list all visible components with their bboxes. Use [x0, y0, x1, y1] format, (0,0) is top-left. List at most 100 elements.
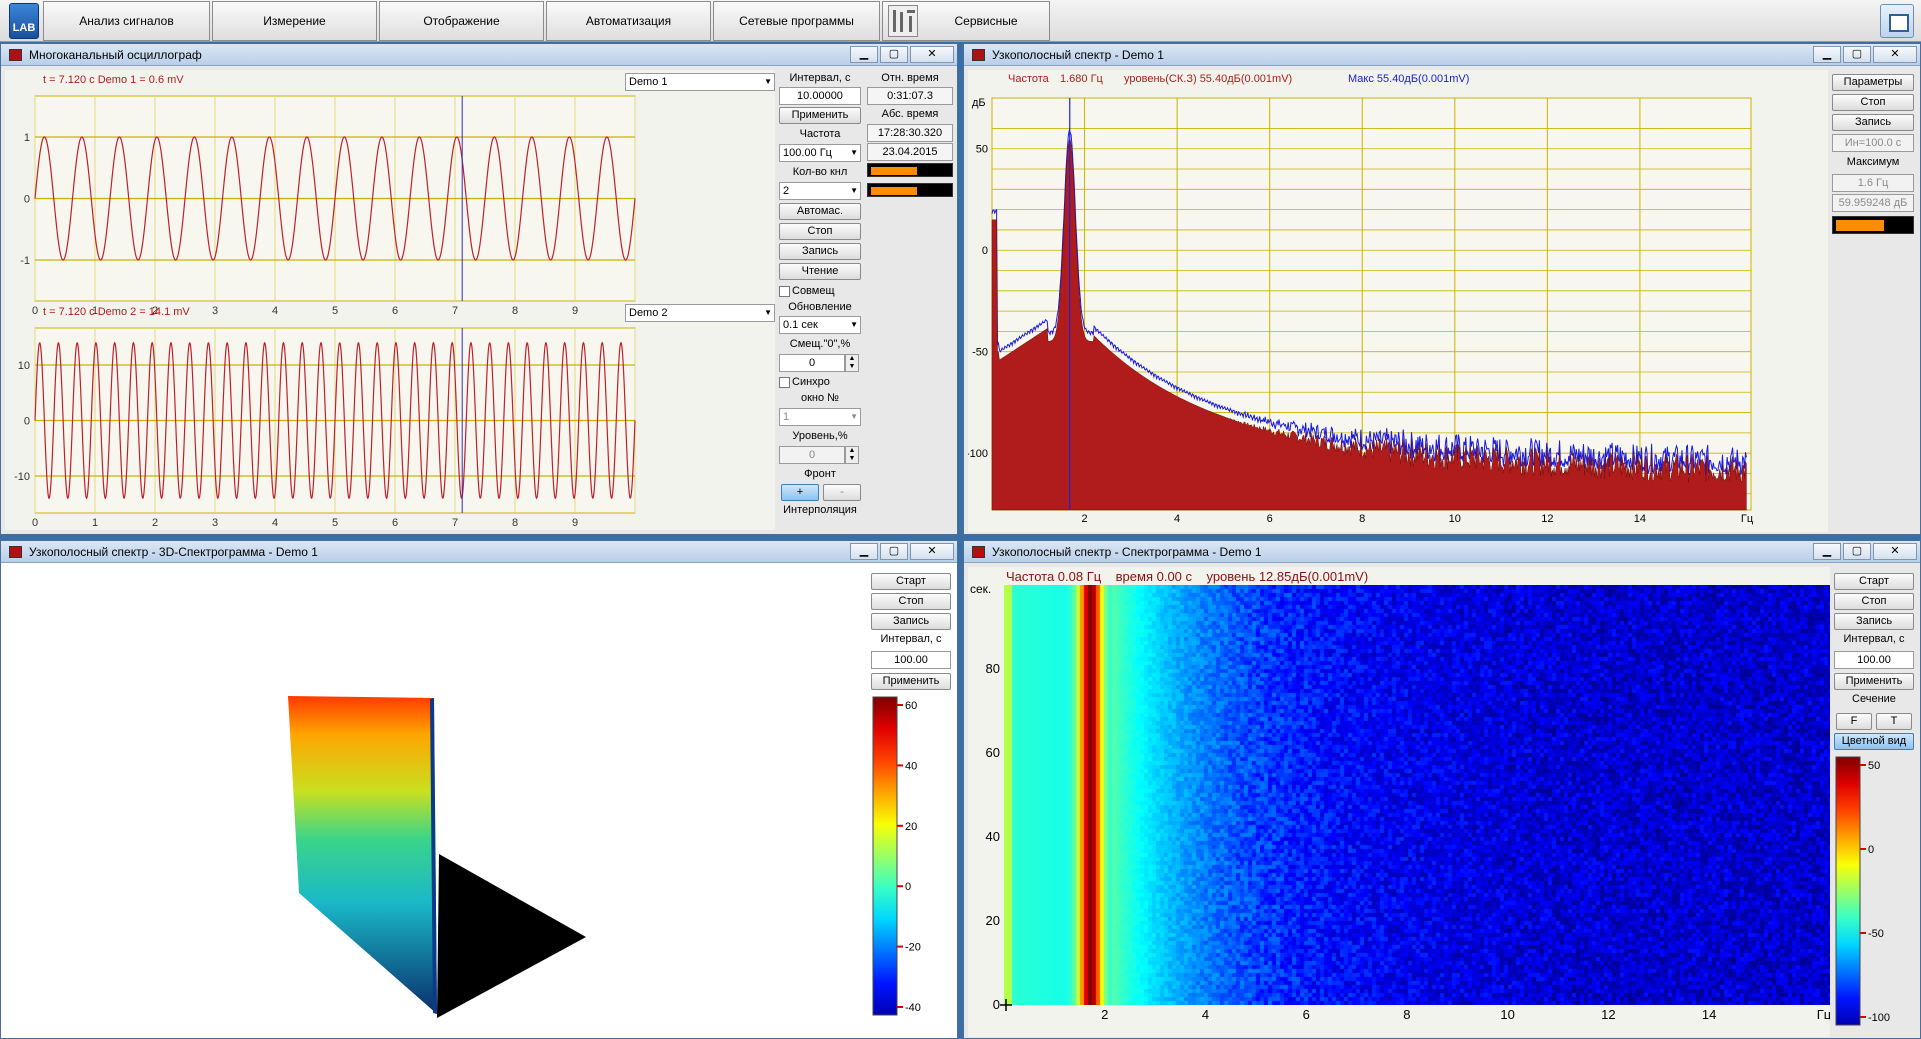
params-label: Параметры: [1843, 76, 1903, 88]
max-freq-field: 1.6 Гц: [1832, 174, 1914, 192]
avg-time-field[interactable]: Ин=100.0 с: [1832, 134, 1914, 152]
max-db-value: 59.959248 дБ: [1838, 197, 1908, 209]
frequency-select[interactable]: 100.00 Гц: [779, 144, 861, 162]
interval-input[interactable]: 10.00000: [779, 87, 861, 105]
level-indicator-1: [867, 163, 953, 177]
ch2-channel-select[interactable]: Demo 2: [625, 304, 775, 322]
y-tick-label: 0: [24, 416, 30, 428]
interval-input[interactable]: 100.00: [871, 651, 951, 669]
color-view-button[interactable]: Цветной вид: [1834, 733, 1914, 750]
stop-button[interactable]: Стоп: [1832, 94, 1914, 111]
offset-input[interactable]: 0: [779, 354, 845, 372]
scale-label: 20: [905, 821, 917, 833]
start-button[interactable]: Старт: [1834, 573, 1914, 590]
x-tick-label: 0: [32, 305, 38, 317]
y-tick-label: 1: [24, 132, 30, 144]
minimize-button[interactable]: ▁: [850, 543, 878, 560]
sync-label: Синхро: [792, 376, 830, 388]
channels-label: Кол-во кнл: [792, 166, 848, 178]
stop-button[interactable]: Стоп: [871, 593, 951, 610]
interval-input[interactable]: 100.00: [1834, 651, 1914, 669]
apply-button[interactable]: Применить: [871, 673, 951, 690]
menu-signal-analysis[interactable]: Анализ сигналов: [43, 1, 210, 41]
apply-label: Применить: [1845, 675, 1903, 687]
scale-label: 50: [1868, 760, 1880, 772]
ch2-select-value: Demo 2: [629, 307, 668, 319]
section-f-button[interactable]: F: [1836, 713, 1872, 730]
x-tick-label: 8: [512, 517, 518, 529]
close-button[interactable]: ✕: [910, 46, 954, 63]
offset-value: 0: [808, 357, 816, 369]
record-button[interactable]: Запись: [779, 243, 861, 260]
menu-network[interactable]: Сетевые программы: [713, 1, 880, 41]
ch2-waveform-plot: 10 0 -10 0 1 2 3 4 5 6 7 8 9: [14, 327, 636, 529]
x-tick-label: 10: [1449, 513, 1461, 525]
record-button[interactable]: Запись: [1832, 114, 1914, 131]
maximize-button[interactable]: ▢: [880, 46, 908, 63]
record-button[interactable]: Запись: [871, 613, 951, 630]
channels-select[interactable]: 2: [779, 182, 861, 200]
close-button[interactable]: ✕: [910, 543, 954, 560]
spectrogram-plot-area: Частота 0.08 Гц время 0.00 с уровень 12.…: [968, 567, 1830, 1037]
spectrum-plot: дБ 50 0 -50 -100 2 4 6 8 10 12 14 Гц: [968, 97, 1754, 525]
autoscale-label: Автомас.: [796, 205, 844, 217]
rel-time-value: 0:31:07.3: [867, 87, 953, 105]
start-button[interactable]: Старт: [871, 573, 951, 590]
section-t-button[interactable]: T: [1876, 713, 1912, 730]
ch1-channel-select[interactable]: Demo 1: [625, 73, 775, 91]
x-tick-label: 6: [392, 517, 398, 529]
maximize-button[interactable]: ▢: [1843, 46, 1871, 63]
combine-checkbox[interactable]: Совмещ: [779, 285, 835, 297]
spectrum-controls: Параметры Стоп Запись Ин=100.0 с Максиму…: [1832, 70, 1918, 534]
scale-label: 60: [905, 700, 917, 712]
ch1-waveform-plot: 10-10 1 2 3 4 5 6 7 8 9: [20, 95, 636, 317]
menu-automation[interactable]: Автоматизация: [546, 1, 711, 41]
zetlab-logo[interactable]: LAB: [9, 3, 39, 39]
y-tick-label: -100: [968, 448, 988, 460]
read-label: Чтение: [801, 265, 839, 277]
window-title: Узкополосный спектр - Спектрограмма - De…: [992, 544, 1262, 559]
scale-label: 0: [1868, 844, 1874, 856]
offset-spinner[interactable]: ▲ ▼: [845, 354, 859, 372]
channels-value: 2: [783, 185, 790, 197]
apply-button[interactable]: Применить: [779, 107, 861, 124]
scope-plot-area: t = 7.120 с Demo 1 = 0.6 mV Demo 1 10-10…: [5, 70, 775, 530]
params-button[interactable]: Параметры: [1832, 74, 1914, 91]
level-readout: уровень(СК.З) 55.40дБ(0.001mV): [1124, 73, 1293, 85]
menu-label: Анализ сигналов: [79, 14, 174, 28]
menu-measurement[interactable]: Измерение: [212, 1, 377, 41]
close-button[interactable]: ✕: [1873, 543, 1917, 560]
menu-label: Измерение: [263, 14, 326, 28]
record-button[interactable]: Запись: [1834, 613, 1914, 630]
menu-display[interactable]: Отображение: [379, 1, 544, 41]
minimize-button[interactable]: ▁: [1813, 543, 1841, 560]
stop-label: Стоп: [898, 595, 924, 607]
stop-button[interactable]: Стоп: [1834, 593, 1914, 610]
update-select[interactable]: 0.1 сек: [779, 316, 861, 334]
sync-checkbox[interactable]: Синхро: [779, 376, 830, 388]
read-button[interactable]: Чтение: [779, 263, 861, 280]
maximize-button[interactable]: ▢: [1843, 543, 1871, 560]
start-label: Старт: [896, 575, 926, 587]
freq-value: 100.00 Гц: [783, 147, 832, 159]
level-spinner[interactable]: ▲ ▼: [845, 446, 859, 464]
window-no-select[interactable]: 1: [779, 408, 861, 426]
front-rising-button[interactable]: +: [781, 484, 819, 501]
color-view-label: Цветной вид: [1841, 735, 1907, 747]
record-label: Запись: [801, 245, 839, 257]
apply-button[interactable]: Применить: [1834, 673, 1914, 690]
y-tick-label: 40: [986, 829, 1000, 844]
app-icon: [972, 546, 985, 558]
close-button[interactable]: ✕: [1873, 46, 1917, 63]
front-falling-button[interactable]: -: [823, 484, 861, 501]
minimize-button[interactable]: ▁: [1813, 46, 1841, 63]
minimize-button[interactable]: ▁: [850, 46, 878, 63]
stop-button[interactable]: Стоп: [779, 223, 861, 240]
freq-label: Частота: [799, 128, 841, 140]
x-tick-label: 2: [1101, 1007, 1108, 1022]
maximize-button[interactable]: ▢: [880, 543, 908, 560]
window-switch-button[interactable]: [1880, 4, 1914, 38]
level-input[interactable]: 0: [779, 446, 845, 464]
front-plus-label: +: [796, 486, 804, 498]
autoscale-button[interactable]: Автомас.: [779, 203, 861, 220]
